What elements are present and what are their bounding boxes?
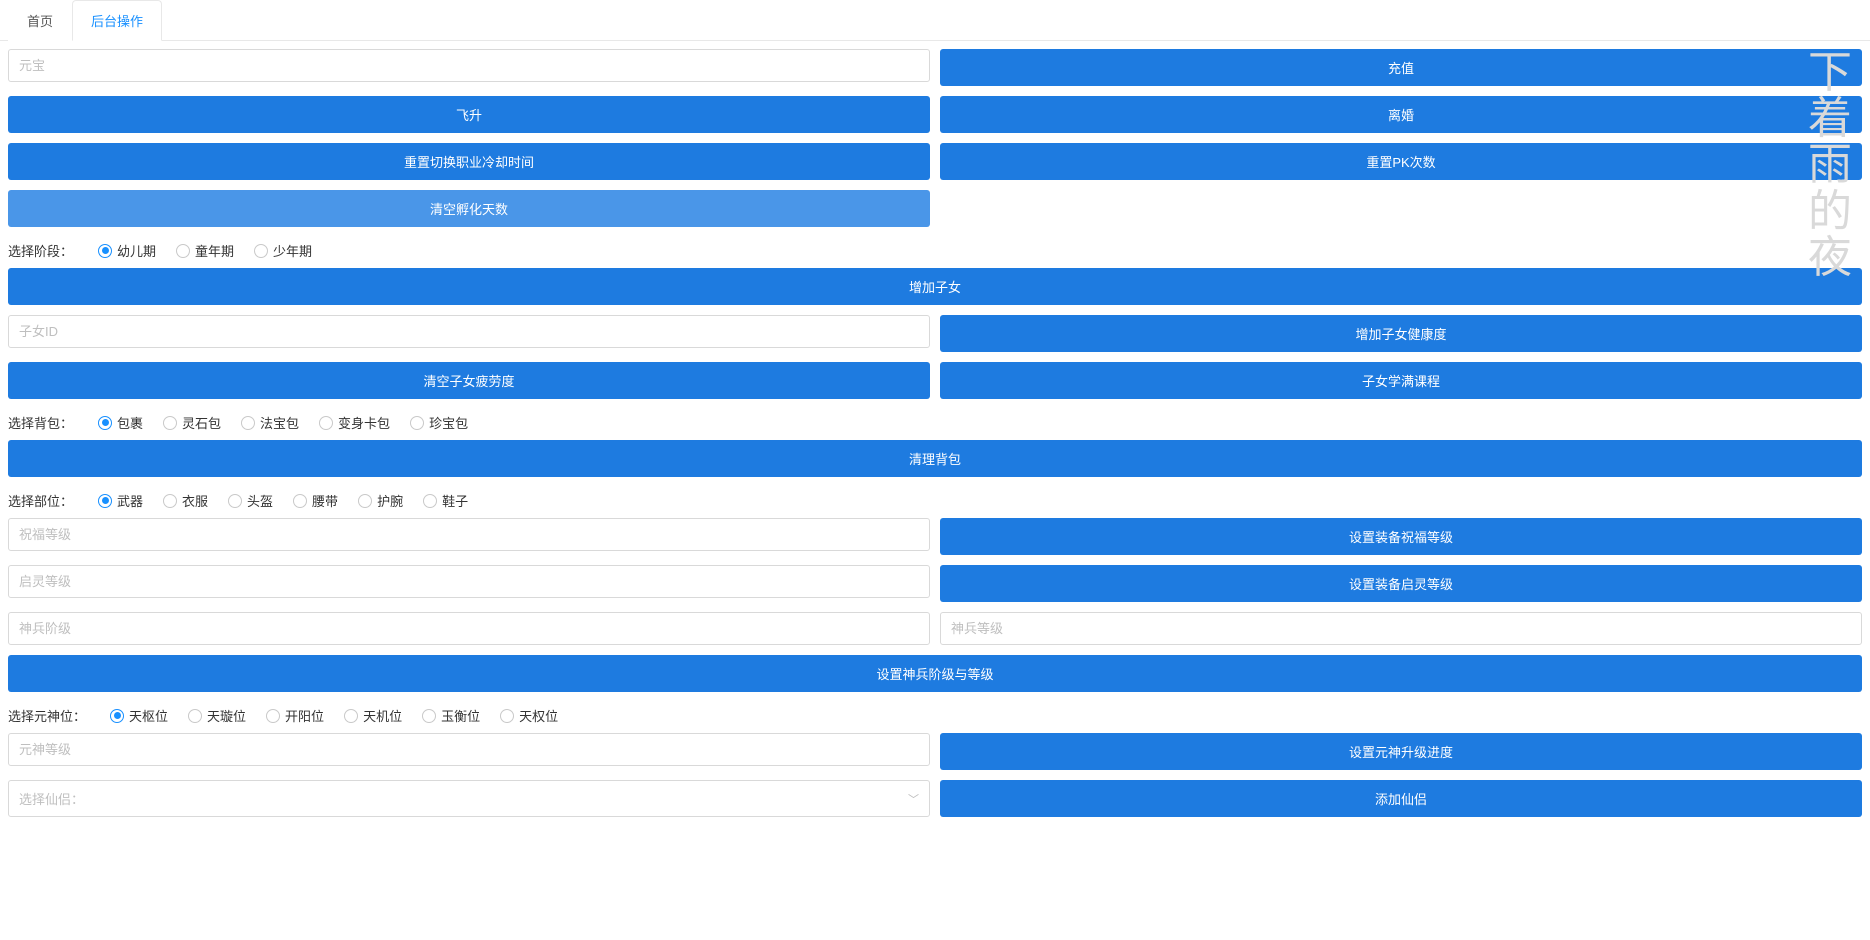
ascend-button[interactable]: 飞升 (8, 96, 930, 133)
slot-radio-4[interactable]: 护腕 (358, 491, 403, 510)
stage-radio-group: 幼儿期 童年期 少年期 (98, 241, 312, 260)
select-partner[interactable]: 选择仙侣： ﹀ (8, 780, 930, 817)
stage-radio-0[interactable]: 幼儿期 (98, 241, 156, 260)
tab-home[interactable]: 首页 (8, 0, 72, 41)
weapon-stage-input[interactable] (8, 612, 930, 645)
soul-level-input[interactable] (8, 733, 930, 766)
slot-radio-group: 武器 衣服 头盔 腰带 护腕 鞋子 (98, 491, 468, 510)
soul-radio-3[interactable]: 天机位 (344, 706, 402, 725)
tab-admin[interactable]: 后台操作 (72, 0, 162, 41)
add-child-health-button[interactable]: 增加子女健康度 (940, 315, 1862, 352)
chevron-down-icon: ﹀ (908, 791, 919, 807)
add-child-button[interactable]: 增加子女 (8, 268, 1862, 305)
child-id-input[interactable] (8, 315, 930, 348)
yuanbao-input[interactable] (8, 49, 930, 82)
content-area: 充值 飞升 离婚 重置切换职业冷却时间 重置PK次数 清空孵化天数 选择阶段： … (0, 41, 1870, 835)
bag-radio-group: 包裹 灵石包 法宝包 变身卡包 珍宝包 (98, 413, 468, 432)
select-partner-placeholder: 选择仙侣： (19, 789, 84, 808)
stage-label: 选择阶段： (8, 241, 74, 260)
soul-radio-row: 选择元神位： 天枢位 天璇位 开阳位 天机位 玉衡位 天权位 (8, 702, 1862, 733)
slot-radio-2[interactable]: 头盔 (228, 491, 273, 510)
bless-level-input[interactable] (8, 518, 930, 551)
bag-radio-1[interactable]: 灵石包 (163, 413, 221, 432)
soul-radio-group: 天枢位 天璇位 开阳位 天机位 玉衡位 天权位 (110, 706, 558, 725)
soul-radio-2[interactable]: 开阳位 (266, 706, 324, 725)
tabs-bar: 首页 后台操作 (0, 0, 1870, 41)
stage-radio-row: 选择阶段： 幼儿期 童年期 少年期 (8, 237, 1862, 268)
divorce-button[interactable]: 离婚 (940, 96, 1862, 133)
slot-radio-3[interactable]: 腰带 (293, 491, 338, 510)
bag-radio-4[interactable]: 珍宝包 (410, 413, 468, 432)
bag-label: 选择背包： (8, 413, 74, 432)
set-equip-bless-button[interactable]: 设置装备祝福等级 (940, 518, 1862, 555)
slot-radio-0[interactable]: 武器 (98, 491, 143, 510)
bag-radio-3[interactable]: 变身卡包 (319, 413, 390, 432)
clear-child-fatigue-button[interactable]: 清空子女疲劳度 (8, 362, 930, 399)
stage-radio-1[interactable]: 童年期 (176, 241, 234, 260)
bag-radio-0[interactable]: 包裹 (98, 413, 143, 432)
reset-job-cd-button[interactable]: 重置切换职业冷却时间 (8, 143, 930, 180)
soul-radio-0[interactable]: 天枢位 (110, 706, 168, 725)
bag-radio-row: 选择背包： 包裹 灵石包 法宝包 变身卡包 珍宝包 (8, 409, 1862, 440)
spirit-level-input[interactable] (8, 565, 930, 598)
slot-label: 选择部位： (8, 491, 74, 510)
bag-radio-2[interactable]: 法宝包 (241, 413, 299, 432)
child-full-course-button[interactable]: 子女学满课程 (940, 362, 1862, 399)
slot-radio-5[interactable]: 鞋子 (423, 491, 468, 510)
set-equip-spirit-button[interactable]: 设置装备启灵等级 (940, 565, 1862, 602)
weapon-level-input[interactable] (940, 612, 1862, 645)
slot-radio-row: 选择部位： 武器 衣服 头盔 腰带 护腕 鞋子 (8, 487, 1862, 518)
recharge-button[interactable]: 充值 (940, 49, 1862, 86)
soul-radio-1[interactable]: 天璇位 (188, 706, 246, 725)
slot-radio-1[interactable]: 衣服 (163, 491, 208, 510)
soul-radio-4[interactable]: 玉衡位 (422, 706, 480, 725)
soul-label: 选择元神位： (8, 706, 86, 725)
stage-radio-2[interactable]: 少年期 (254, 241, 312, 260)
clear-bag-button[interactable]: 清理背包 (8, 440, 1862, 477)
soul-radio-5[interactable]: 天权位 (500, 706, 558, 725)
clear-hatch-days-button[interactable]: 清空孵化天数 (8, 190, 930, 227)
set-soul-progress-button[interactable]: 设置元神升级进度 (940, 733, 1862, 770)
reset-pk-button[interactable]: 重置PK次数 (940, 143, 1862, 180)
add-partner-button[interactable]: 添加仙侣 (940, 780, 1862, 817)
set-weapon-stage-level-button[interactable]: 设置神兵阶级与等级 (8, 655, 1862, 692)
